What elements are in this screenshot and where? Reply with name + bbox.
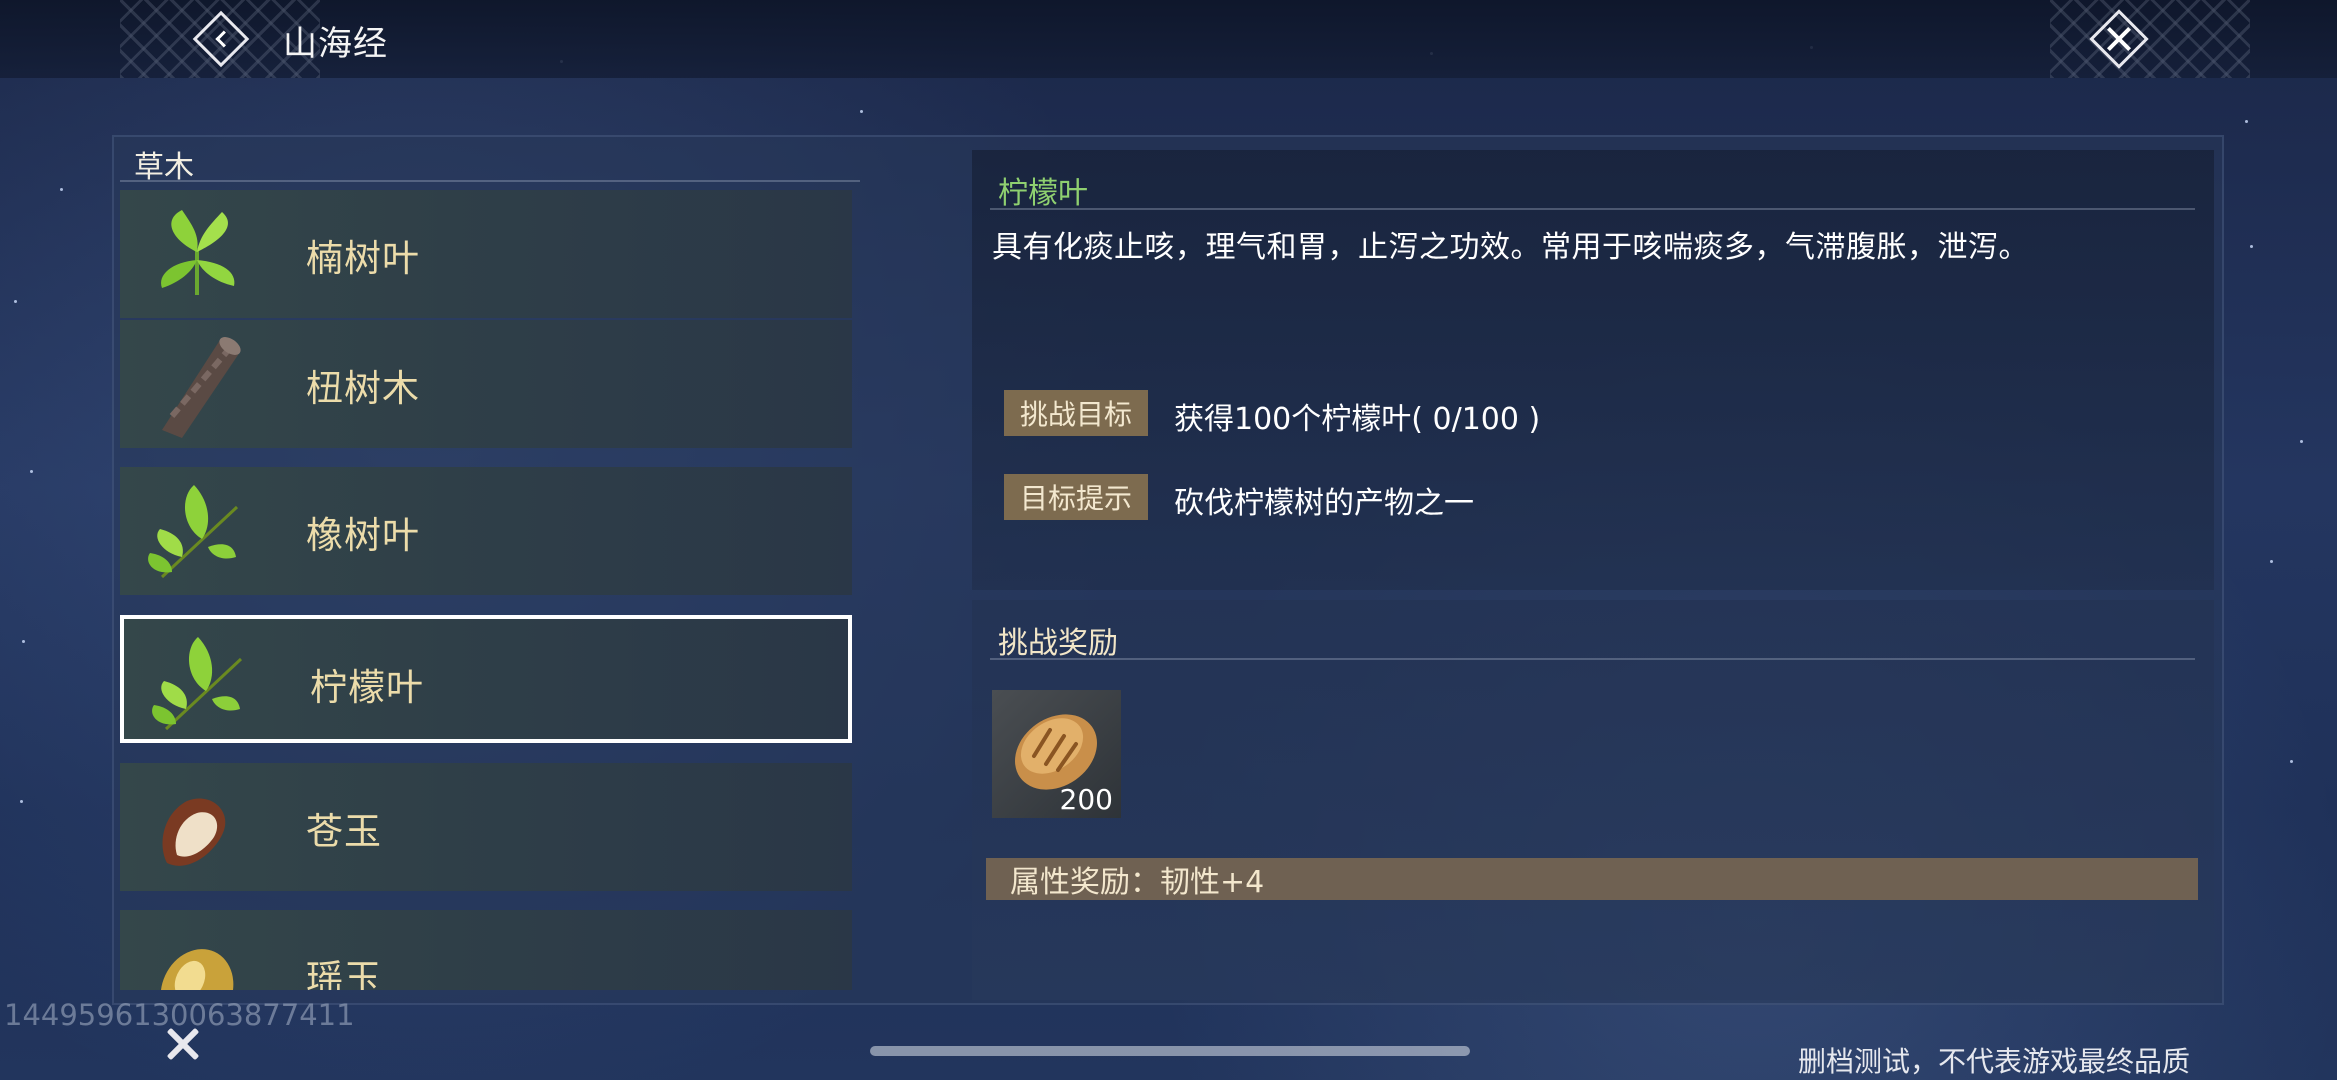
list-item[interactable]: 杻树木 bbox=[120, 320, 852, 448]
leaf-icon bbox=[161, 210, 235, 295]
detail-description: 具有化痰止咳，理气和胃，止泻之功效。常用于咳喘痰多，气滞腹胀，泄泻。 bbox=[992, 230, 2029, 265]
list-item[interactable]: 橡树叶 bbox=[120, 467, 852, 595]
item-label: 杻树木 bbox=[306, 367, 420, 410]
item-label: 橡树叶 bbox=[306, 514, 420, 557]
item-label: 楠树叶 bbox=[306, 237, 420, 280]
list-item[interactable]: 瑶玉 bbox=[120, 910, 852, 990]
list-item[interactable]: 苍玉 bbox=[120, 763, 852, 891]
close-icon[interactable] bbox=[160, 1022, 206, 1068]
reward-item[interactable]: 200 bbox=[992, 690, 1121, 818]
back-button[interactable] bbox=[192, 10, 250, 68]
jade-icon bbox=[160, 949, 234, 990]
divider bbox=[990, 658, 2195, 660]
list-item[interactable]: 柠檬叶 bbox=[120, 615, 852, 743]
reward-count: 200 bbox=[1059, 783, 1113, 816]
leaf-sprig-icon bbox=[152, 637, 243, 731]
detail-title: 柠檬叶 bbox=[998, 176, 1088, 211]
reward-panel bbox=[972, 600, 2214, 1000]
item-label: 苍玉 bbox=[306, 810, 382, 853]
home-indicator[interactable] bbox=[870, 1046, 1470, 1056]
top-decoration-right bbox=[2050, 0, 2250, 78]
divider bbox=[120, 180, 860, 182]
disclaimer-text: 删档测试，不代表游戏最终品质 bbox=[1798, 1045, 2191, 1078]
log-icon bbox=[162, 337, 241, 438]
stone-icon bbox=[162, 798, 226, 866]
item-list[interactable]: 楠树叶 杻树木 橡树叶 柠檬叶 苍玉 瑶玉 bbox=[120, 190, 854, 990]
divider bbox=[990, 208, 2195, 210]
reward-title: 挑战奖励 bbox=[998, 626, 1118, 661]
chevron-left-icon bbox=[192, 10, 250, 68]
close-button[interactable] bbox=[2088, 8, 2150, 70]
item-label: 柠檬叶 bbox=[310, 666, 424, 709]
item-label: 瑶玉 bbox=[306, 957, 382, 990]
list-item[interactable]: 楠树叶 bbox=[120, 190, 852, 318]
attribute-reward: 属性奖励：韧性+4 bbox=[986, 858, 2198, 900]
hint-tag: 目标提示 bbox=[1004, 474, 1148, 520]
close-icon bbox=[2089, 9, 2149, 69]
leaf-sprig-icon bbox=[148, 485, 239, 579]
detail-panel bbox=[972, 150, 2214, 590]
page-title: 山海经 bbox=[283, 24, 388, 64]
goal-value: 获得100个柠檬叶( 0/100 ) bbox=[1174, 402, 1541, 437]
goal-tag: 挑战目标 bbox=[1004, 390, 1148, 436]
hint-value: 砍伐柠檬树的产物之一 bbox=[1174, 486, 1474, 521]
